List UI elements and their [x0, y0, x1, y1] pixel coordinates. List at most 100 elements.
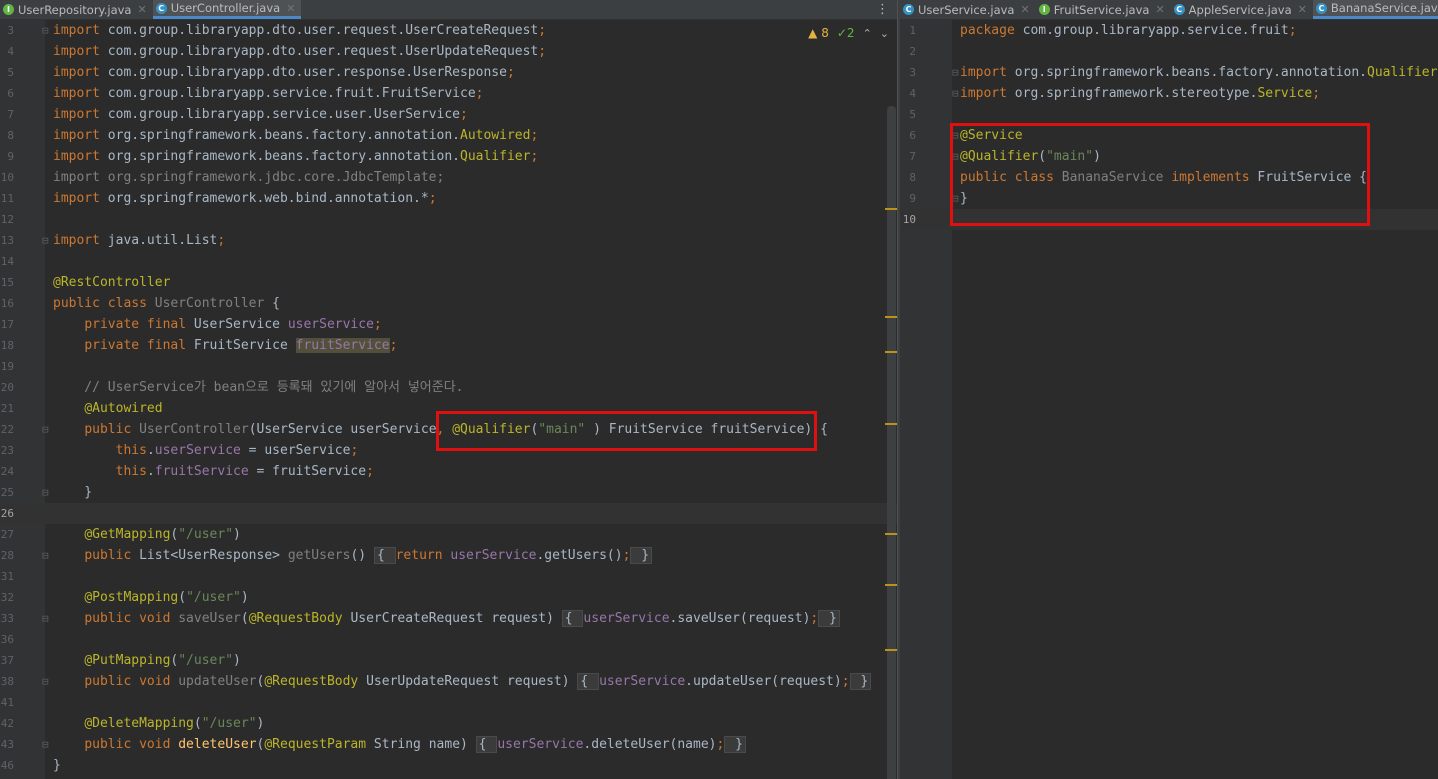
code-line[interactable]: 11 import org.springframework.web.bind.an…	[0, 188, 897, 209]
code-line[interactable]: 22 ⊟ public UserController(UserService us…	[0, 419, 897, 440]
code-line[interactable]: 32 @PostMapping("/user")	[0, 587, 897, 608]
code-line[interactable]: 10	[900, 209, 1438, 230]
fold-marker-icon[interactable]: ⊟	[42, 545, 49, 566]
code-line[interactable]: 3 ⊟ import org.springframework.beans.facto…	[900, 62, 1438, 83]
code-editor-left[interactable]: 3 ⊟ import com.group.libraryapp.dto.user.r…	[0, 20, 897, 776]
code-line[interactable]: 37 @PutMapping("/user")	[0, 650, 897, 671]
fold-marker-icon[interactable]: ⊟	[42, 671, 49, 692]
inspection-widget[interactable]: ▲ 8 ✓2 ⌃ ⌄	[808, 26, 889, 40]
code-line[interactable]: 31	[0, 566, 897, 587]
code-line[interactable]: 42 @DeleteMapping("/user")	[0, 713, 897, 734]
tab-label: AppleService.java	[1188, 2, 1292, 17]
fold-marker-icon[interactable]: ⊟	[952, 125, 959, 146]
code-line[interactable]: 1 package com.group.libraryapp.service.fr…	[900, 20, 1438, 41]
code-line[interactable]: 5 import com.group.libraryapp.dto.user.re…	[0, 62, 897, 83]
code-line[interactable]: 7 import com.group.libraryapp.service.use…	[0, 104, 897, 125]
code-token: ;	[460, 107, 468, 122]
code-line[interactable]: 38 ⊟ public void updateUser(@RequestBody …	[0, 671, 897, 692]
stripe-mark[interactable]	[885, 208, 897, 210]
tab-userservice[interactable]: C UserService.java ✕	[900, 0, 1036, 19]
code-line[interactable]: 3 ⊟ import com.group.libraryapp.dto.user.r…	[0, 20, 897, 41]
code-line[interactable]: 25 ⊟ }	[0, 482, 897, 503]
code-line[interactable]: 10 import org.springframework.jdbc.core.J…	[0, 167, 897, 188]
code-line[interactable]: 9 import org.springframework.beans.factor…	[0, 146, 897, 167]
code-line[interactable]: 23 this.userService = userService;	[0, 440, 897, 461]
code-token: ;	[1288, 23, 1297, 38]
code-line[interactable]: 6 import com.group.libraryapp.service.fru…	[0, 83, 897, 104]
code-line[interactable]: 24 this.fruitService = fruitService;	[0, 461, 897, 482]
fold-marker-icon[interactable]: ⊟	[42, 20, 49, 41]
code-token: (	[193, 716, 202, 731]
code-line[interactable]: 4 ⊟ import org.springframework.stereotype.…	[900, 83, 1438, 104]
code-line[interactable]: 41	[0, 692, 897, 713]
code-line[interactable]: 19	[0, 356, 897, 377]
tab-userrepository[interactable]: I UserRepository.java ✕	[0, 0, 153, 19]
fold-marker-icon[interactable]: ⊟	[42, 419, 49, 440]
code-line[interactable]: 16 public class UserController {	[0, 293, 897, 314]
close-icon[interactable]: ✕	[1298, 3, 1307, 16]
fold-marker-icon[interactable]: ⊟	[42, 608, 49, 629]
interface-file-icon: I	[1038, 4, 1050, 15]
fold-marker-icon[interactable]: ⊟	[952, 62, 959, 83]
close-icon[interactable]: ✕	[137, 3, 146, 16]
error-stripe[interactable]	[885, 20, 897, 779]
code-line[interactable]: 15 @RestController	[0, 272, 897, 293]
code-line[interactable]: 8 import org.springframework.beans.factor…	[0, 125, 897, 146]
code-line[interactable]: 43 ⊟ public void deleteUser(@RequestParam…	[0, 734, 897, 755]
fold-marker-icon[interactable]: ⊟	[952, 83, 959, 104]
code-line[interactable]: 9 ⊟}	[900, 188, 1438, 209]
code-line[interactable]: 18 private final FruitService fruitServi…	[0, 335, 897, 356]
close-icon[interactable]: ✕	[1155, 3, 1164, 16]
stripe-mark[interactable]	[885, 533, 897, 535]
code-line[interactable]: 6 ⊟ @Service	[900, 125, 1438, 146]
code-token: org.springframework.stereotype.	[1014, 86, 1258, 101]
line-number: 8	[909, 171, 916, 184]
code-line[interactable]: 20 // UserService가 bean으로 등록돼 있기에 알아서 넣어…	[0, 377, 897, 398]
right-tab-bar: C UserService.java ✕ I FruitService.java…	[900, 0, 1438, 20]
code-line[interactable]: 17 private final UserService userService…	[0, 314, 897, 335]
tab-usercontroller[interactable]: C UserController.java ✕	[152, 0, 302, 19]
tab-fruitservice[interactable]: I FruitService.java ✕	[1036, 0, 1171, 19]
tab-bananaservice[interactable]: C BananaService.java	[1312, 0, 1438, 19]
code-line[interactable]: 4 import com.group.libraryapp.dto.user.re…	[0, 41, 897, 62]
code-line[interactable]: 12	[0, 209, 897, 230]
code-line[interactable]: 2	[900, 41, 1438, 62]
stripe-mark[interactable]	[885, 584, 897, 586]
tab-menu-icon[interactable]: ⋮	[876, 2, 889, 17]
vertical-scrollbar[interactable]	[887, 106, 896, 779]
stripe-mark[interactable]	[885, 351, 897, 353]
close-icon[interactable]: ✕	[1020, 3, 1029, 16]
code-token: .deleteUser(name)	[583, 737, 717, 752]
stripe-mark[interactable]	[885, 649, 897, 651]
code-token: UserController	[154, 296, 273, 311]
previous-highlight-icon[interactable]: ⌃	[863, 27, 872, 40]
close-icon[interactable]: ✕	[286, 2, 295, 15]
code-line[interactable]: 26	[0, 503, 897, 524]
code-line[interactable]: 13 ⊟ import java.util.List;	[0, 230, 897, 251]
stripe-mark[interactable]	[885, 423, 897, 425]
code-editor-right[interactable]: 1 package com.group.libraryapp.service.fr…	[900, 20, 1438, 230]
fold-marker-icon[interactable]: ⊟	[42, 482, 49, 503]
left-editor-pane[interactable]: I UserRepository.java ✕ C UserController…	[0, 0, 897, 779]
right-editor-pane[interactable]: C UserService.java ✕ I FruitService.java…	[900, 0, 1438, 779]
fold-marker-icon[interactable]: ⊟	[42, 230, 49, 251]
code-text: @Qualifier("main")	[960, 146, 1101, 167]
code-line[interactable]: 21 @Autowired	[0, 398, 897, 419]
code-token: public	[84, 548, 140, 563]
code-line[interactable]: 5	[900, 104, 1438, 125]
code-line[interactable]: 14	[0, 251, 897, 272]
warning-glyph: ▲	[808, 26, 818, 40]
code-line[interactable]: 36	[0, 629, 897, 650]
code-line[interactable]: 46}	[0, 755, 897, 776]
code-line[interactable]: 8 public class BananaService implements F…	[900, 167, 1438, 188]
code-line[interactable]: 33 ⊟ public void saveUser(@RequestBody Us…	[0, 608, 897, 629]
fold-marker-icon[interactable]: ⊟	[952, 146, 959, 167]
fold-marker-icon[interactable]: ⊟	[952, 188, 959, 209]
code-line[interactable]: 27 @GetMapping("/user")	[0, 524, 897, 545]
code-line[interactable]: 7 ⊟ @Qualifier("main")	[900, 146, 1438, 167]
tab-appleservice[interactable]: C AppleService.java ✕	[1171, 0, 1313, 19]
fold-marker-icon[interactable]: ⊟	[42, 734, 49, 755]
code-line[interactable]: 28 ⊟ public List<UserResponse> getUsers()…	[0, 545, 897, 566]
warning-icon: ▲ 8	[808, 26, 829, 40]
stripe-mark[interactable]	[885, 316, 897, 318]
